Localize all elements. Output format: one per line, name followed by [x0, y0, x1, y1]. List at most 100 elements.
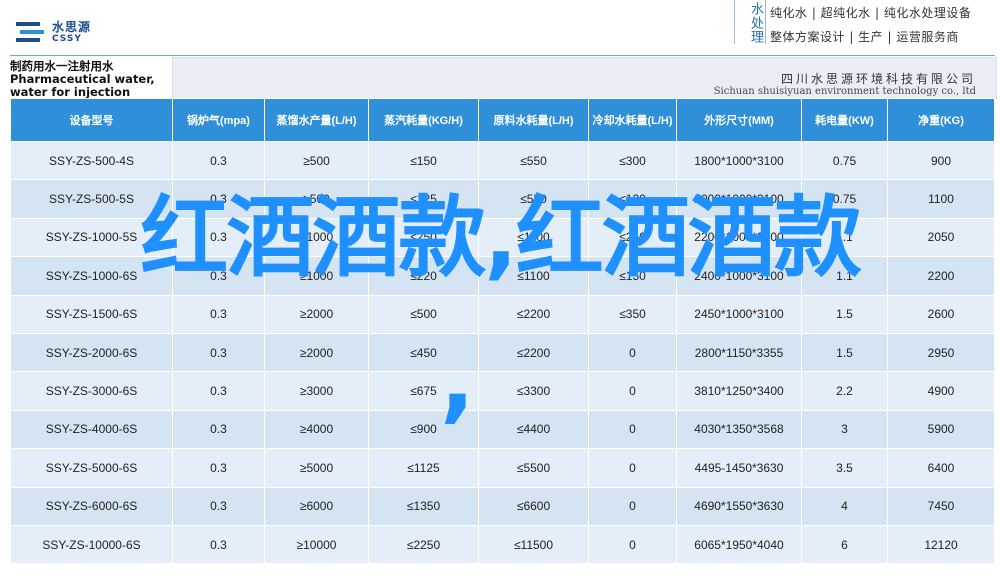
model-cell: SSY-ZS-4000-6S — [10, 409, 173, 450]
spec-cell: ≤2200 — [478, 294, 589, 334]
spec-cell: ≤150 — [368, 140, 479, 181]
spec-cell: 2950 — [887, 332, 995, 373]
spec-cell: 4030*1350*3568 — [676, 409, 802, 450]
model-cell: SSY-ZS-10000-6S — [10, 524, 173, 565]
company-name-cn: 四川水思源环境科技有限公司 — [780, 72, 976, 86]
overlay-comma: , — [440, 326, 475, 433]
spec-cell: ≥500 — [264, 140, 369, 181]
spec-cell: 4690*1550*3630 — [676, 486, 802, 526]
spec-cell: 3810*1250*3400 — [676, 371, 802, 411]
column-header: 冷却水耗量(L/H) — [588, 98, 677, 142]
spec-cell: 0.3 — [172, 486, 265, 526]
column-header: 外形尺寸(MM) — [676, 98, 802, 142]
table-row: SSY-ZS-500-4S 0.3 ≥500 ≤150 ≤550 ≤300 1800*100… — [10, 140, 995, 181]
spec-cell: 2450*1000*3100 — [676, 294, 802, 334]
spec-cell: 1.5 — [801, 294, 888, 334]
spec-cell: ≥3000 — [264, 371, 369, 411]
spec-cell: 900 — [887, 140, 995, 181]
spec-cell: 0.75 — [801, 140, 888, 181]
brand-vertical-box: 水处理 — [734, 0, 766, 44]
spec-cell: ≥4000 — [264, 409, 369, 450]
model-cell: SSY-ZS-2000-6S — [10, 332, 173, 373]
spec-cell: 7450 — [887, 486, 995, 526]
product-title: 制药用水一注射用水 Pharmaceutical water, water fo… — [10, 59, 155, 99]
spec-cell: 3 — [801, 409, 888, 450]
spec-cell: ≤350 — [588, 294, 677, 334]
spec-cell: ≤5500 — [478, 448, 589, 488]
table-row: SSY-ZS-2000-6S 0.3 ≥2000 ≤450 ≤2200 0 2800*115… — [10, 332, 995, 373]
spec-cell: ≥6000 — [264, 486, 369, 526]
header-divider — [10, 55, 995, 56]
spec-cell: 0 — [588, 524, 677, 565]
column-header: 设备型号 — [10, 98, 173, 142]
spec-cell: 6065*1950*4040 — [676, 524, 802, 565]
spec-cell: 4495-1450*3630 — [676, 448, 802, 488]
spec-cell: 4 — [801, 486, 888, 526]
spec-cell: ≤6600 — [478, 486, 589, 526]
spec-cell: ≥2000 — [264, 294, 369, 334]
spec-cell: 1.5 — [801, 332, 888, 373]
spec-cell: 1800*1000*3100 — [676, 140, 802, 181]
slogan-line-2: 整体方案设计 | 生产 | 运营服务商 — [770, 30, 959, 44]
model-cell: SSY-ZS-5000-6S — [10, 448, 173, 488]
column-header: 耗电量(KW) — [801, 98, 888, 142]
spec-cell: 6400 — [887, 448, 995, 488]
spec-cell: ≤2200 — [478, 332, 589, 373]
table-row: SSY-ZS-1500-6S 0.3 ≥2000 ≤500 ≤2200 ≤350 2450*… — [10, 294, 995, 334]
table-row: SSY-ZS-10000-6S 0.3 ≥10000 ≤2250 ≤11500 0 6065… — [10, 524, 995, 565]
table-row: SSY-ZS-4000-6S 0.3 ≥4000 ≤900 ≤4400 0 4030*135… — [10, 409, 995, 450]
spec-cell: ≤550 — [478, 140, 589, 181]
brand-vertical-text: 水处理 — [748, 2, 763, 44]
table-header-row: 设备型号 锅炉气(mpa) 蒸馏水产量(L/H) 蒸汽耗量(KG/H) 原料水耗… — [10, 98, 995, 142]
spec-cell: 12120 — [887, 524, 995, 565]
column-header: 蒸馏水产量(L/H) — [264, 98, 369, 142]
spec-cell: 0.3 — [172, 448, 265, 488]
spec-cell: ≥10000 — [264, 524, 369, 565]
spec-cell: 0 — [588, 371, 677, 411]
spec-cell: 0.3 — [172, 409, 265, 450]
spec-cell: ≤11500 — [478, 524, 589, 565]
slogan-line-1: 纯化水 | 超纯化水 | 纯化水处理设备 — [770, 6, 972, 20]
spec-cell: 0.3 — [172, 140, 265, 181]
spec-cell: 6 — [801, 524, 888, 565]
spec-cell: 0 — [588, 448, 677, 488]
column-header: 蒸汽耗量(KG/H) — [368, 98, 479, 142]
spec-cell: ≤300 — [588, 140, 677, 181]
spec-cell: ≥5000 — [264, 448, 369, 488]
spec-cell: 2600 — [887, 294, 995, 334]
spec-cell: 4900 — [887, 371, 995, 411]
model-cell: SSY-ZS-1500-6S — [10, 294, 173, 334]
spec-cell: 2800*1150*3355 — [676, 332, 802, 373]
spec-cell: 0.3 — [172, 294, 265, 334]
spec-cell: 0 — [588, 409, 677, 450]
overlay-headline: 红酒酒款,红酒酒款 — [140, 186, 861, 289]
table-row: SSY-ZS-6000-6S 0.3 ≥6000 ≤1350 ≤6600 0 4690*15… — [10, 486, 995, 526]
model-cell: SSY-ZS-6000-6S — [10, 486, 173, 526]
column-header: 净重(KG) — [887, 98, 995, 142]
logo-mark-icon — [16, 22, 44, 42]
spec-cell: 0.3 — [172, 332, 265, 373]
column-header: 锅炉气(mpa) — [172, 98, 265, 142]
company-banner: 四川水思源环境科技有限公司 Sichuan shuisiyuan environ… — [172, 57, 997, 99]
spec-table: 设备型号 锅炉气(mpa) 蒸馏水产量(L/H) 蒸汽耗量(KG/H) 原料水耗… — [10, 98, 995, 565]
spec-cell: ≤3300 — [478, 371, 589, 411]
spec-cell: ≤1350 — [368, 486, 479, 526]
table-row: SSY-ZS-5000-6S 0.3 ≥5000 ≤1125 ≤5500 0 4495-14… — [10, 448, 995, 488]
model-cell: SSY-ZS-3000-6S — [10, 371, 173, 411]
spec-cell: 5900 — [887, 409, 995, 450]
column-header: 原料水耗量(L/H) — [478, 98, 589, 142]
table-row: SSY-ZS-3000-6S 0.3 ≥3000 ≤675 ≤3300 0 3810*125… — [10, 371, 995, 411]
spec-cell: ≤2250 — [368, 524, 479, 565]
spec-cell: 0.3 — [172, 371, 265, 411]
spec-cell: 3.5 — [801, 448, 888, 488]
spec-cell: ≤4400 — [478, 409, 589, 450]
spec-cell: 0 — [588, 332, 677, 373]
model-cell: SSY-ZS-500-4S — [10, 140, 173, 181]
spec-cell: ≥2000 — [264, 332, 369, 373]
spec-cell: 0.3 — [172, 524, 265, 565]
company-name-en: Sichuan shuisiyuan environment technolog… — [713, 86, 976, 97]
spec-cell: 2.2 — [801, 371, 888, 411]
spec-cell: 0 — [588, 486, 677, 526]
spec-cell: ≤1125 — [368, 448, 479, 488]
logo-name: 水思源 — [52, 20, 92, 34]
